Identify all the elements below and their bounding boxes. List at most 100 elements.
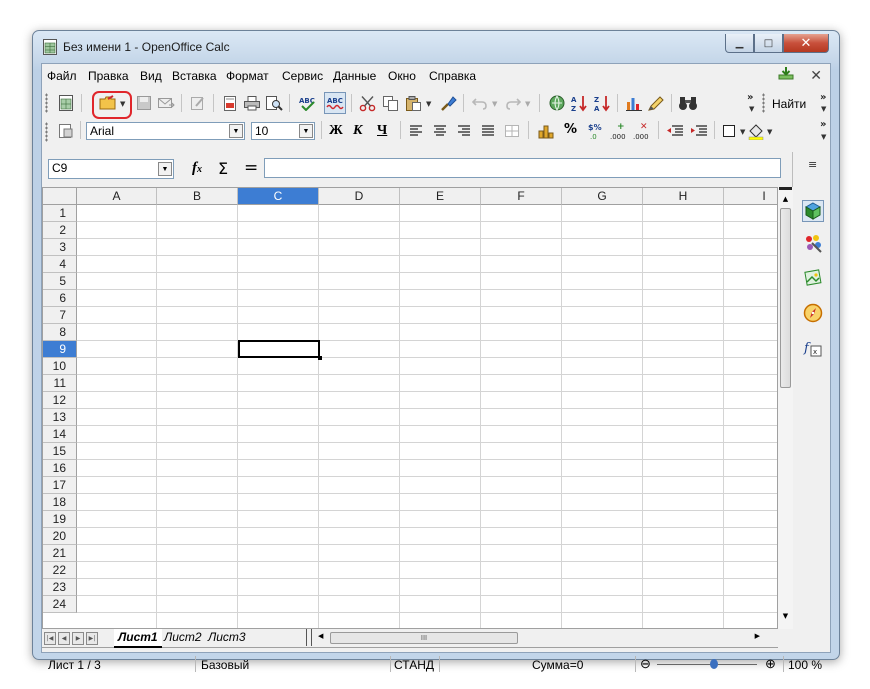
sidebar-functions-button[interactable]: fx (802, 337, 824, 359)
hyperlink-button[interactable] (547, 93, 567, 113)
close-document-icon[interactable]: ✕ (810, 67, 822, 84)
row-header-4[interactable]: 4 (43, 256, 77, 273)
paste-dropdown-arrow[interactable]: ▼ (426, 100, 431, 108)
row-header-10[interactable]: 10 (43, 358, 77, 375)
align-left-button[interactable] (406, 121, 426, 141)
column-header-d[interactable]: D (319, 188, 400, 205)
toolbar-overflow-arrow[interactable]: ▼ (749, 105, 754, 113)
copy-button[interactable] (380, 93, 400, 113)
sidebar-gallery-button[interactable] (802, 267, 824, 289)
menu-format[interactable]: Формат (226, 69, 269, 83)
toolbar-grip[interactable] (45, 93, 48, 113)
sheet-tab-3[interactable]: Лист3 (204, 629, 250, 646)
row-header-18[interactable]: 18 (43, 494, 77, 511)
toolbar-grip[interactable] (762, 93, 765, 113)
add-decimal-place-button[interactable]: + .000 (609, 121, 629, 141)
increase-indent-button[interactable] (689, 121, 709, 141)
font-name-combo[interactable]: Arial ▼ (86, 122, 245, 140)
horizontal-scrollbar[interactable]: ◀ III ▶ (316, 632, 762, 644)
row-header-15[interactable]: 15 (43, 443, 77, 460)
font-size-dropdown-icon[interactable]: ▼ (299, 124, 313, 138)
row-header-7[interactable]: 7 (43, 307, 77, 324)
show-draw-functions-button[interactable] (646, 93, 666, 113)
decrease-indent-button[interactable] (665, 121, 685, 141)
zoom-slider-track[interactable] (657, 664, 757, 665)
column-header-b[interactable]: B (157, 188, 238, 205)
redo-button[interactable] (503, 93, 523, 113)
menu-view[interactable]: Вид (140, 69, 162, 83)
sheet-tab-2[interactable]: Лист2 (160, 629, 206, 646)
undo-button[interactable] (470, 93, 490, 113)
styles-formatting-button[interactable] (56, 121, 76, 141)
spreadsheet-grid[interactable]: ABCDEFGHI 1 2 3 4 5 6 7 8 9 10 11 12 13 14 15 16 17 18 19 2… (42, 187, 778, 629)
status-page-style[interactable]: Базовый (201, 658, 249, 672)
fill-handle[interactable] (318, 356, 322, 360)
function-wizard-icon[interactable]: fx (192, 160, 202, 177)
sum-icon[interactable]: Σ (218, 159, 228, 178)
row-header-16[interactable]: 16 (43, 460, 77, 477)
autospellcheck-toggle[interactable]: ABC (324, 92, 346, 114)
sidebar-properties-button[interactable] (802, 200, 824, 222)
align-right-button[interactable] (454, 121, 474, 141)
percent-format-button[interactable]: % (564, 122, 577, 137)
row-header-11[interactable]: 11 (43, 375, 77, 392)
next-sheet-nav-button[interactable]: ▶ (72, 632, 84, 645)
edit-file-button[interactable] (188, 93, 208, 113)
column-header-c[interactable]: C (238, 188, 319, 205)
status-insert-mode[interactable]: СТАНД (394, 658, 434, 672)
insert-chart-button[interactable] (624, 93, 644, 113)
column-header-a[interactable]: A (77, 188, 157, 205)
function-equals-icon[interactable]: = (244, 158, 258, 178)
row-header-24[interactable]: 24 (43, 596, 77, 613)
toolbar-grip[interactable] (45, 122, 48, 142)
select-all-corner[interactable] (43, 188, 77, 205)
menu-tools[interactable]: Сервис (282, 69, 323, 83)
justify-button[interactable] (478, 121, 498, 141)
align-center-button[interactable] (430, 121, 450, 141)
vertical-scroll-thumb[interactable] (780, 208, 791, 388)
scroll-right-arrow[interactable]: ▶ (755, 632, 760, 640)
row-header-2[interactable]: 2 (43, 222, 77, 239)
active-cell-cursor[interactable] (238, 340, 320, 358)
print-button[interactable] (242, 93, 262, 113)
row-header-5[interactable]: 5 (43, 273, 77, 290)
close-window-button[interactable]: ✕ (783, 34, 829, 53)
row-header-1[interactable]: 1 (43, 205, 77, 222)
row-header-21[interactable]: 21 (43, 545, 77, 562)
page-preview-button[interactable] (264, 93, 284, 113)
status-zoom-percent[interactable]: 100 % (788, 658, 822, 672)
currency-format-button[interactable] (536, 121, 556, 141)
name-box[interactable]: C9 ▼ (48, 159, 174, 179)
row-header-8[interactable]: 8 (43, 324, 77, 341)
name-box-dropdown-icon[interactable]: ▼ (158, 162, 172, 176)
sidebar-styles-button[interactable] (802, 232, 824, 254)
find-toolbar-label[interactable]: Найти (772, 97, 806, 111)
export-pdf-button[interactable] (220, 93, 240, 113)
column-header-i[interactable]: I (724, 188, 777, 205)
background-color-dropdown-arrow[interactable]: ▼ (767, 128, 772, 136)
find-toolbar-overflow-arrow[interactable]: ▼ (821, 105, 826, 113)
scroll-up-arrow[interactable]: ▲ (778, 195, 793, 207)
row-header-13[interactable]: 13 (43, 409, 77, 426)
sidebar-navigator-button[interactable] (802, 302, 824, 324)
first-sheet-nav-button[interactable]: |◀ (44, 632, 56, 645)
column-header-f[interactable]: F (481, 188, 562, 205)
sort-ascending-button[interactable]: AZ (569, 93, 589, 113)
column-header-h[interactable]: H (643, 188, 724, 205)
email-document-button[interactable] (156, 93, 176, 113)
clone-formatting-button[interactable] (438, 93, 458, 113)
standard-format-button[interactable]: $% .0 (586, 121, 606, 141)
update-download-icon[interactable] (778, 66, 794, 80)
menu-window[interactable]: Окно (388, 69, 416, 83)
underline-button[interactable]: Ч (377, 123, 387, 139)
menu-help[interactable]: Справка (429, 69, 476, 83)
sidebar-menu-icon[interactable]: ≡ (808, 158, 817, 171)
redo-dropdown-arrow[interactable]: ▼ (525, 100, 530, 108)
column-header-e[interactable]: E (400, 188, 481, 205)
formula-input[interactable] (264, 158, 781, 178)
horizontal-scroll-thumb[interactable]: III (330, 632, 518, 644)
previous-sheet-nav-button[interactable]: ◀ (58, 632, 70, 645)
find-toolbar-overflow-icon[interactable]: » (820, 92, 826, 103)
row-header-14[interactable]: 14 (43, 426, 77, 443)
toolbar-overflow-icon[interactable]: » (747, 92, 753, 103)
